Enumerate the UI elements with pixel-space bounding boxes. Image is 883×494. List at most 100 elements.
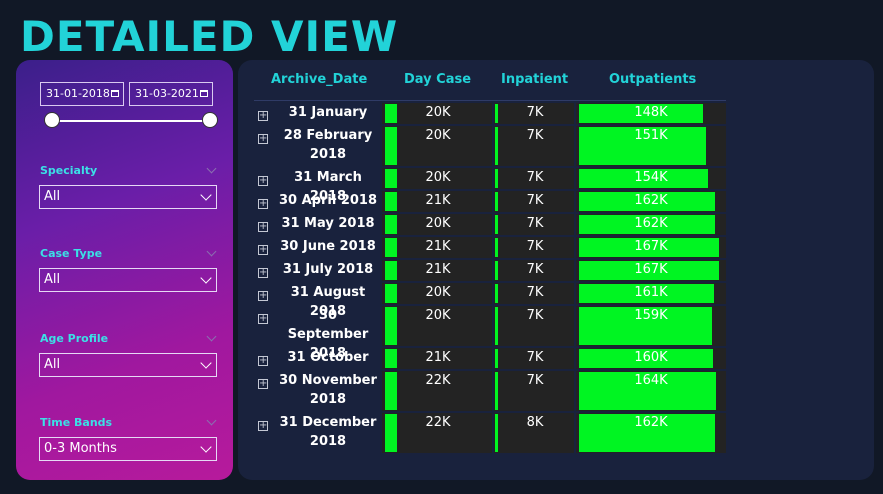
column-header-archive-date[interactable]: Archive_Date bbox=[271, 72, 367, 87]
chevron-down-icon[interactable] bbox=[206, 415, 217, 426]
column-header-day-case[interactable]: Day Case bbox=[404, 72, 471, 87]
table-row[interactable]: +28 February 2018 20K 7K 151K bbox=[238, 125, 874, 167]
expand-plus-icon[interactable]: + bbox=[258, 222, 268, 232]
expand-plus-icon[interactable]: + bbox=[258, 379, 268, 389]
inpatient-bar bbox=[495, 127, 498, 165]
end-date-input[interactable]: 31-03-2021 bbox=[129, 82, 213, 106]
outpatients-value: 148K bbox=[634, 105, 668, 120]
day-case-bar bbox=[385, 104, 397, 123]
chevron-down-icon[interactable] bbox=[200, 357, 212, 369]
expand-plus-icon[interactable]: + bbox=[258, 134, 268, 144]
time-bands-value: 0-3 Months bbox=[44, 441, 117, 456]
table-row[interactable]: +31 January 20K 7K 148K bbox=[238, 102, 874, 125]
outpatients-value: 162K bbox=[634, 193, 668, 208]
inpatient-value: 7K bbox=[526, 216, 544, 231]
column-header-outpatients[interactable]: Outpatients bbox=[609, 72, 696, 87]
archive-date-cell: 31 July 2018 bbox=[278, 260, 378, 279]
chevron-down-icon[interactable] bbox=[200, 189, 212, 201]
calendar-icon[interactable] bbox=[200, 90, 208, 97]
day-case-value: 20K bbox=[425, 308, 451, 323]
date-range-slider[interactable] bbox=[52, 120, 210, 122]
archive-date-text: 2018 bbox=[309, 434, 347, 449]
time-bands-dropdown[interactable]: 0-3 Months bbox=[39, 437, 217, 461]
table-row[interactable]: +31 December 2018 22K 8K 162K bbox=[238, 412, 874, 454]
day-case-bar bbox=[385, 284, 397, 303]
expand-plus-icon[interactable]: + bbox=[258, 314, 268, 324]
inpatient-value: 7K bbox=[526, 193, 544, 208]
time-bands-label: Time Bands bbox=[40, 416, 113, 429]
slider-end-handle[interactable] bbox=[202, 112, 218, 128]
chevron-down-icon[interactable] bbox=[200, 272, 212, 284]
archive-date-text: 2018 bbox=[309, 147, 347, 162]
table-row[interactable]: +30 June 2018 21K 7K 167K bbox=[238, 236, 874, 259]
archive-date-text: 2018 bbox=[309, 392, 347, 407]
inpatient-bar bbox=[495, 349, 498, 368]
expand-plus-icon[interactable]: + bbox=[258, 111, 268, 121]
case-type-label: Case Type bbox=[40, 247, 103, 260]
case-type-dropdown[interactable]: All bbox=[39, 268, 217, 292]
inpatient-value: 7K bbox=[526, 350, 544, 365]
expand-plus-icon[interactable]: + bbox=[258, 199, 268, 209]
expand-plus-icon[interactable]: + bbox=[258, 356, 268, 366]
table-body[interactable]: +31 January 20K 7K 148K +28 February 2018 20K 7… bbox=[238, 102, 874, 462]
age-profile-value: All bbox=[44, 357, 61, 372]
table-row[interactable]: +31 August 2018 20K 7K 161K bbox=[238, 282, 874, 319]
inpatient-bar bbox=[495, 215, 498, 234]
inpatient-value: 7K bbox=[526, 128, 544, 143]
inpatient-bar bbox=[495, 192, 498, 211]
outpatients-value: 167K bbox=[634, 262, 668, 277]
inpatient-value: 7K bbox=[526, 373, 544, 388]
archive-date-cell: 31 October bbox=[278, 348, 378, 367]
inpatient-value: 7K bbox=[526, 308, 544, 323]
age-profile-dropdown[interactable]: All bbox=[39, 353, 217, 377]
inpatient-value: 7K bbox=[526, 239, 544, 254]
expand-plus-icon[interactable]: + bbox=[258, 291, 268, 301]
day-case-value: 22K bbox=[425, 415, 451, 430]
specialty-dropdown[interactable]: All bbox=[39, 185, 217, 209]
end-date-value: 31-03-2021 bbox=[135, 87, 199, 100]
archive-date-text: 31 July 2018 bbox=[282, 262, 374, 277]
chevron-down-icon[interactable] bbox=[200, 441, 212, 453]
slider-start-handle[interactable] bbox=[44, 112, 60, 128]
header-divider bbox=[254, 100, 726, 101]
day-case-bar bbox=[385, 372, 397, 410]
specialty-value: All bbox=[44, 189, 61, 204]
archive-date-text: 28 February bbox=[283, 128, 373, 143]
table-row[interactable]: +31 July 2018 21K 7K 167K bbox=[238, 259, 874, 282]
archive-date-cell: 30 June 2018 bbox=[278, 237, 378, 256]
expand-plus-icon[interactable]: + bbox=[258, 176, 268, 186]
start-date-input[interactable]: 31-01-2018 bbox=[40, 82, 124, 106]
column-header-inpatient[interactable]: Inpatient bbox=[501, 72, 568, 87]
day-case-bar bbox=[385, 238, 397, 257]
table-row[interactable]: +31 March 2018 20K 7K 154K bbox=[238, 167, 874, 204]
day-case-value: 20K bbox=[425, 170, 451, 185]
day-case-bar bbox=[385, 349, 397, 368]
expand-plus-icon[interactable]: + bbox=[258, 245, 268, 255]
archive-date-text: 30 November bbox=[279, 373, 377, 388]
outpatients-value: 162K bbox=[634, 415, 668, 430]
table-row[interactable]: +30 September 2018 20K 7K 159K bbox=[238, 305, 874, 361]
day-case-value: 20K bbox=[425, 216, 451, 231]
outpatients-value: 160K bbox=[634, 350, 668, 365]
chevron-down-icon[interactable] bbox=[206, 331, 217, 342]
archive-date-cell: 28 February 2018 bbox=[278, 126, 378, 164]
table-row[interactable]: +30 November 2018 22K 7K 164K bbox=[238, 370, 874, 412]
day-case-value: 20K bbox=[425, 105, 451, 120]
outpatients-value: 162K bbox=[634, 216, 668, 231]
archive-date-text: 30 June 2018 bbox=[280, 239, 376, 254]
day-case-bar bbox=[385, 215, 397, 234]
expand-plus-icon[interactable]: + bbox=[258, 421, 268, 431]
day-case-bar bbox=[385, 192, 397, 211]
table-row[interactable]: +30 April 2018 21K 7K 162K bbox=[238, 190, 874, 213]
expand-plus-icon[interactable]: + bbox=[258, 268, 268, 278]
chevron-down-icon[interactable] bbox=[206, 246, 217, 257]
chevron-down-icon[interactable] bbox=[206, 163, 217, 174]
table-row[interactable]: +31 October 21K 7K 160K bbox=[238, 347, 874, 370]
table-row[interactable]: +31 May 2018 20K 7K 162K bbox=[238, 213, 874, 236]
age-profile-label: Age Profile bbox=[40, 332, 109, 345]
day-case-value: 21K bbox=[425, 262, 451, 277]
inpatient-value: 7K bbox=[526, 105, 544, 120]
inpatient-bar bbox=[495, 169, 498, 188]
inpatient-bar bbox=[495, 284, 498, 303]
calendar-icon[interactable] bbox=[111, 90, 119, 97]
